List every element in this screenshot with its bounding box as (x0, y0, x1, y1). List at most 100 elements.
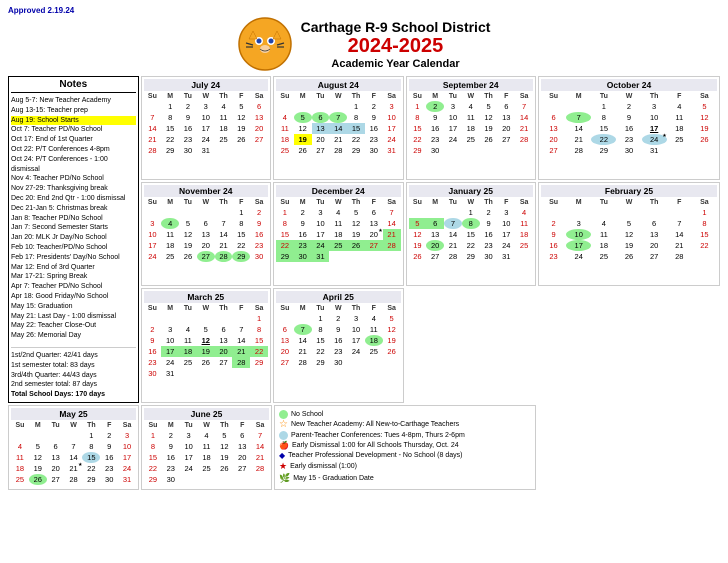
cal-cell: 1 (161, 101, 179, 112)
cal-cell: 24 (197, 134, 215, 145)
month-title-aug24: August 24 (276, 79, 401, 91)
month-title-dec24: December 24 (276, 185, 401, 197)
note-item: Dec 21-Jan 5: Christmas break (11, 204, 136, 214)
calendar-apr25: April 25 Su M Tu W Th F Sa 1 2 3 4 5 6 7… (273, 288, 404, 403)
note-item: May 22: Teacher Close-Out (11, 321, 136, 331)
note-item: May 15: Graduation (11, 302, 136, 312)
cal-cell: 5 (232, 101, 250, 112)
note-item: Mar 17-21: Spring Break (11, 272, 136, 282)
legend-teacher-pd: ◆ Teacher Professional Development - No … (279, 451, 531, 460)
note-item: Jan 7: Second Semester Starts (11, 223, 136, 233)
stat-item: 2nd semester total: 87 days (11, 380, 136, 390)
stat-item: 1st semester total: 83 days (11, 361, 136, 371)
legend-conferences: Parent-Teacher Conferences: Tues 4-8pm, … (279, 431, 531, 440)
month-title-feb25: February 25 (541, 185, 717, 197)
note-item: Dec 20: End 2nd Qtr - 1:00 dismissal (11, 194, 136, 204)
cal-cell (232, 145, 250, 156)
legend-pd-label: Teacher Professional Development - No Sc… (288, 452, 462, 459)
day-header: Sa (250, 92, 268, 101)
day-header: Th (215, 92, 233, 101)
school-name: Carthage R-9 School District (301, 19, 491, 35)
header: Carthage R-9 School District 2024-2025 A… (8, 17, 720, 72)
legend-new-teacher-label: New Teacher Academy: All New-to-Carthage… (291, 421, 459, 428)
legend-no-school: No School (279, 410, 531, 419)
calendar-may25: May 25 Su M Tu W Th F Sa 1 2 3 4 5 6 7 (8, 405, 139, 490)
cal-cell: 15 (161, 123, 179, 134)
month-title-nov24: November 24 (144, 185, 269, 197)
cal-cell (250, 145, 268, 156)
header-text: Carthage R-9 School District 2024-2025 A… (301, 19, 491, 70)
page: Approved 2.19.24 Carthage R-9 School Dis… (0, 0, 728, 496)
calendar-nov24: November 24 Su M Tu W Th F Sa 1 2 3 4 5 … (141, 182, 272, 286)
calendar-oct24: October 24 Su M Tu W Th F Sa 1 2 3 4 5 6… (538, 76, 720, 180)
cal-cell: 20 (250, 123, 268, 134)
cal-cell: 13 (250, 112, 268, 123)
cal-cell: 25 (215, 134, 233, 145)
cal-cell: 7 (144, 112, 162, 123)
note-item: Aug 5-7: New Teacher Academy (11, 96, 136, 106)
calendar-mar25: March 25 Su M Tu W Th F Sa 1 2 3 4 5 (141, 288, 272, 403)
cal-cell: 6 (250, 101, 268, 112)
cal-cell: 8 (161, 112, 179, 123)
legend-grad-label: May 15 - Graduation Date (293, 475, 374, 482)
day-header: Su (144, 92, 162, 101)
note-item: Oct 22: P/T Conferences 4-8pm (11, 145, 136, 155)
tiger-logo (238, 17, 293, 72)
legend-area: No School ☆ New Teacher Academy: All New… (274, 405, 536, 490)
note-item: Feb 17: Presidents' Day/No School (11, 253, 136, 263)
cal-cell: 17 (197, 123, 215, 134)
cal-cell (215, 145, 233, 156)
month-title-sep24: September 24 (409, 79, 534, 91)
note-item: Nov 4: Teacher PD/No School (11, 174, 136, 184)
legend-new-teacher: ☆ New Teacher Academy: All New-to-Cartha… (279, 420, 531, 430)
note-item: Feb 10: Teacher/PD/No School (11, 243, 136, 253)
legend-no-school-label: No School (291, 411, 323, 418)
stat-item: Total School Days: 170 days (11, 390, 136, 400)
notes-title: Notes (11, 79, 136, 93)
day-header: W (197, 92, 215, 101)
legend-conf-label: Parent-Teacher Conferences: Tues 4-8pm, … (291, 432, 465, 439)
calendar-aug24: August 24 Su M Tu W Th F Sa 1 2 3 4 5 (273, 76, 404, 180)
stat-item: 1st/2nd Quarter: 42/41 days (11, 351, 136, 361)
cal-cell: 28 (144, 145, 162, 156)
calendar-subtitle: Academic Year Calendar (301, 58, 491, 70)
note-item: Oct 24: P/T Conferences - 1:00 dismissal (11, 155, 136, 175)
cal-cell: 10 (197, 112, 215, 123)
calendar-grid: July 24 Su M Tu W Th F Sa 1 2 3 4 5 6 7 … (8, 76, 720, 405)
note-item: Oct 7: Teacher PD/No School (11, 125, 136, 135)
month-title-jan25: January 25 (409, 185, 534, 197)
cal-cell: 23 (179, 134, 197, 145)
day-header: Tu (179, 92, 197, 101)
legend-early-oct-label: Early Dismissal 1:00 for All Schools Thu… (292, 442, 459, 449)
calendar-jan25: January 25 Su M Tu W Th F Sa 1 2 3 4 5 6… (406, 182, 537, 286)
cal-cell: 11 (215, 112, 233, 123)
cal-cell: 21 (144, 134, 162, 145)
cal-cell (144, 101, 162, 112)
cal-cell: 9 (179, 112, 197, 123)
bottom-section: May 25 Su M Tu W Th F Sa 1 2 3 4 5 6 7 (8, 405, 720, 490)
cal-cell: 18 (215, 123, 233, 134)
day-header: M (161, 92, 179, 101)
note-item: Aug 19: School Starts (11, 116, 136, 126)
stat-item: 3rd/4th Quarter: 44/43 days (11, 371, 136, 381)
legend-early-dismissal: ★ Early dismissal (1:00) (279, 461, 531, 472)
month-title-apr25: April 25 (276, 291, 401, 303)
cal-cell: 22 (161, 134, 179, 145)
cal-cell: 26 (232, 134, 250, 145)
calendar-july24: July 24 Su M Tu W Th F Sa 1 2 3 4 5 6 7 … (141, 76, 272, 180)
cal-cell: 3 (197, 101, 215, 112)
note-item: Apr 7: Teacher PD/No School (11, 282, 136, 292)
cal-cell: 2 (179, 101, 197, 112)
legend-graduation: 🌿 May 15 - Graduation Date (279, 473, 531, 484)
note-item: Nov 27-29: Thanksgiving break (11, 184, 136, 194)
note-item: Mar 12: End of 3rd Quarter (11, 263, 136, 273)
cal-cell: 30 (179, 145, 197, 156)
notes-panel: Notes Aug 5-7: New Teacher Academy Aug 1… (8, 76, 139, 403)
note-item: May 21: Last Day - 1:00 dismissal (11, 312, 136, 322)
cal-cell: 19 (232, 123, 250, 134)
cal-cell: 27 (250, 134, 268, 145)
cal-cell: 16 (179, 123, 197, 134)
month-title-jun25: June 25 (144, 408, 269, 420)
notes-stats: 1st/2nd Quarter: 42/41 days 1st semester… (11, 347, 136, 400)
day-header: F (232, 92, 250, 101)
